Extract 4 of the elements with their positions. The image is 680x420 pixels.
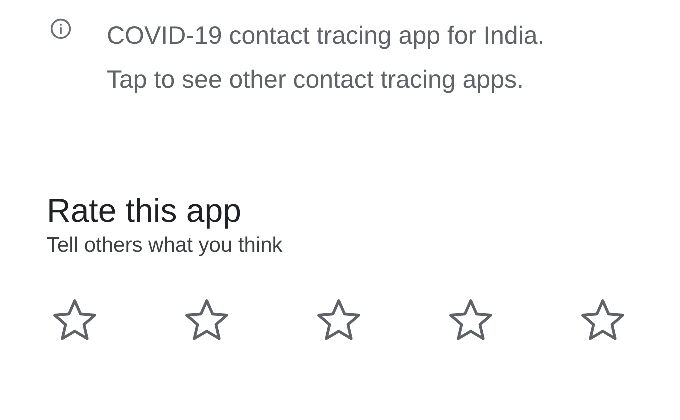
section-subtitle: Tell others what you think bbox=[47, 234, 284, 258]
info-icon bbox=[50, 18, 72, 40]
section-title: Rate this app bbox=[47, 191, 242, 231]
notice-text[interactable]: COVID-19 contact tracing app for India. Tap to see other contact tracing apps. bbox=[107, 14, 567, 102]
